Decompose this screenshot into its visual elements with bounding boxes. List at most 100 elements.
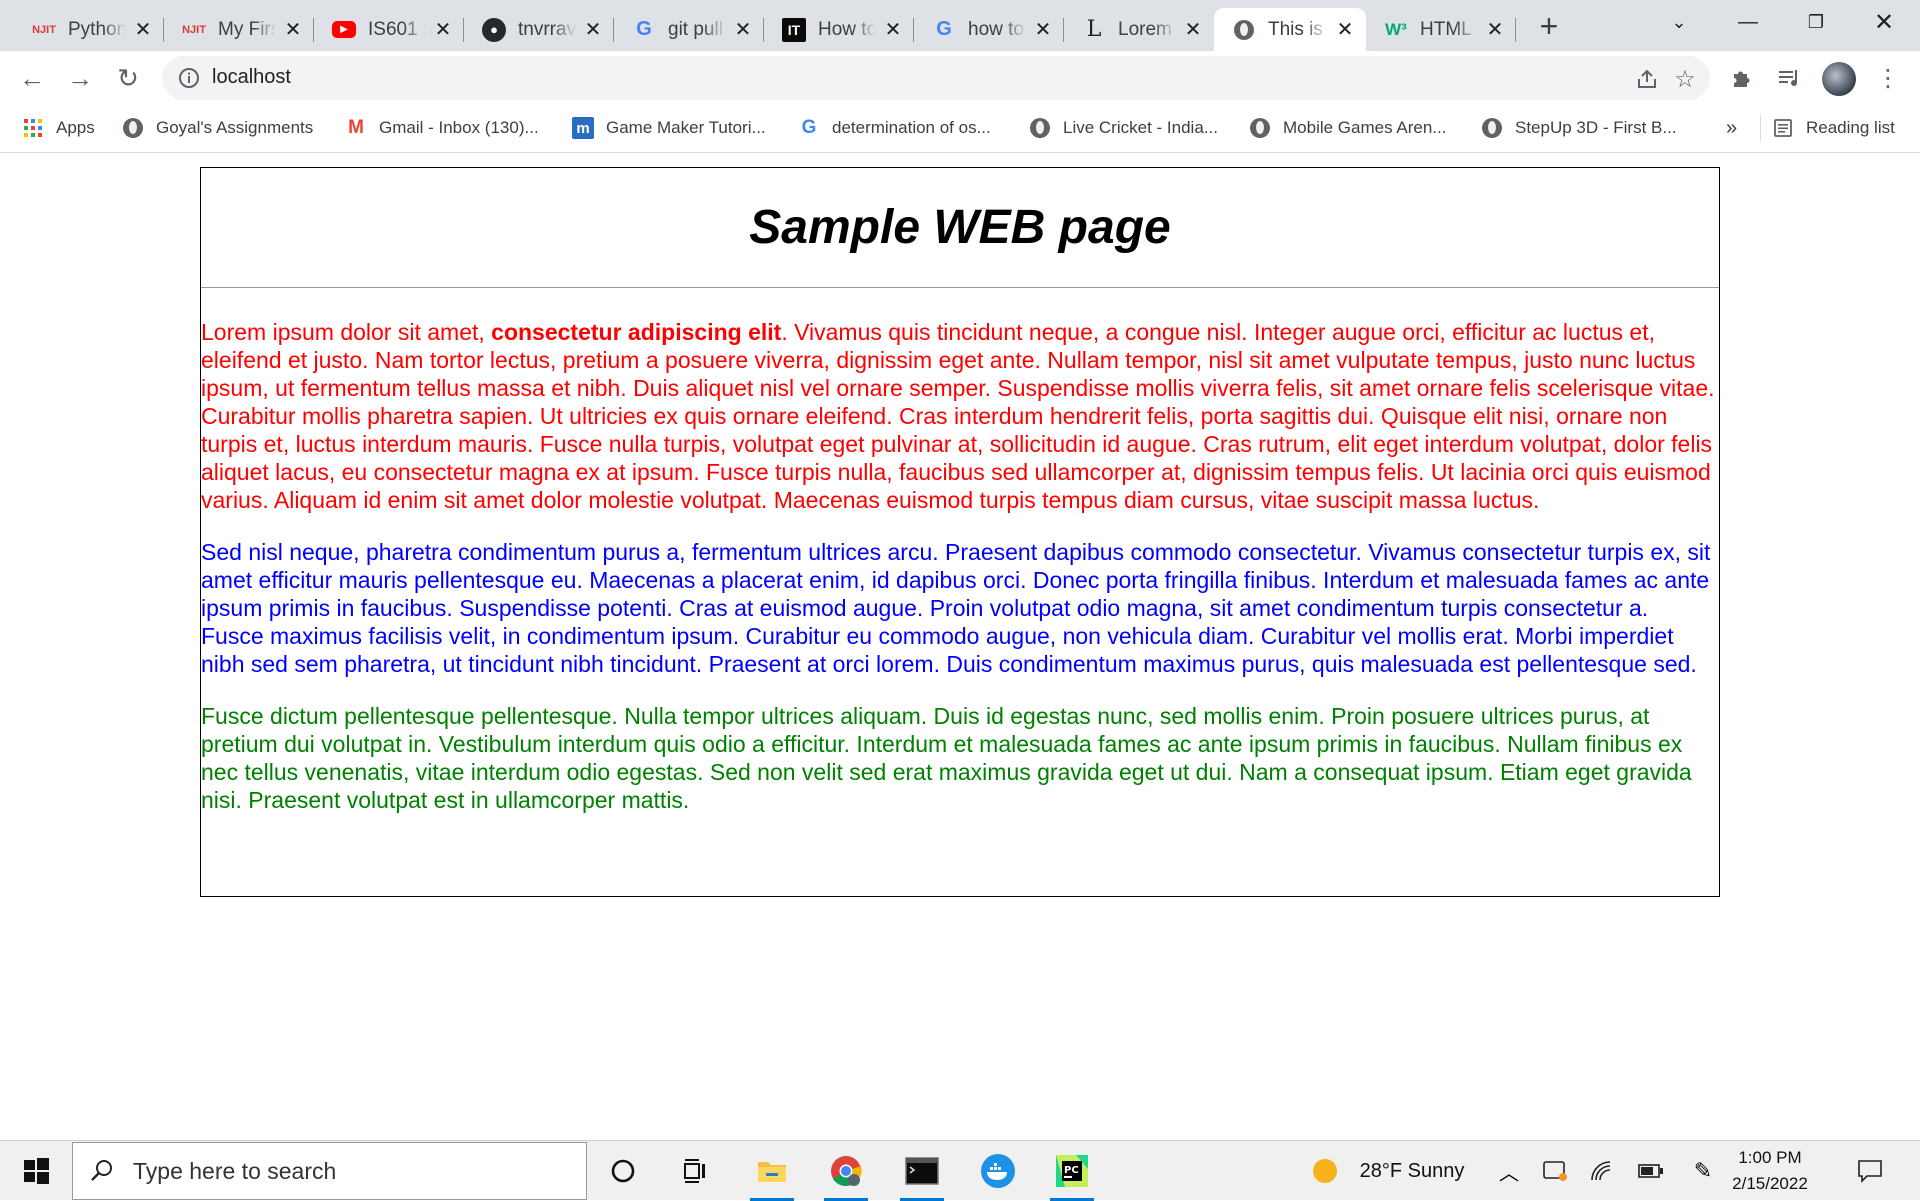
tab-title: tnvrrav [518,18,576,40]
game-maker-icon: m [572,117,594,139]
extensions-puzzle-icon[interactable] [1724,60,1760,96]
globe-icon [122,117,144,139]
tab-title: HTML [1420,18,1472,40]
kebab-menu-icon[interactable]: ⋮ [1870,60,1906,96]
terminal-icon[interactable] [892,1141,952,1201]
tab-search-chevron-icon[interactable]: ⌄ [1645,0,1713,44]
close-icon[interactable]: ✕ [1334,19,1356,41]
tab-title: Python [68,18,126,40]
bold-phrase: consectetur adipiscing elit [491,319,782,345]
close-icon[interactable]: ✕ [432,19,454,41]
taskbar-search-box[interactable]: Type here to search [72,1142,587,1200]
chrome-taskbar-icon[interactable] [816,1141,876,1201]
clock-date: 2/15/2022 [1732,1174,1808,1193]
paragraph-green: Fusce dictum pellentesque pellentesque. … [201,703,1692,813]
bookmarks-overflow-button[interactable]: » [1726,105,1737,151]
close-icon[interactable]: ✕ [1182,19,1204,41]
close-window-button[interactable]: ✕ [1850,0,1918,44]
close-icon[interactable]: ✕ [1484,19,1506,41]
reading-list-icon [1772,117,1794,139]
tab-9[interactable]: W³ HTML ✕ [1366,8,1516,51]
paragraph-red: Lorem ipsum dolor sit amet, consectetur … [201,318,1719,514]
clock[interactable]: 1:00 PM 2/15/2022 [1720,1145,1820,1197]
bookmark-label: Live Cricket - India... [1063,118,1218,137]
new-tab-button[interactable]: + [1528,8,1570,44]
media-queue-icon[interactable] [1772,60,1808,96]
close-icon[interactable]: ✕ [732,19,754,41]
tab-separator [1515,18,1516,42]
bookmarks-divider [1760,115,1761,141]
content-frame: Sample WEB page Lorem ipsum dolor sit am… [200,167,1720,897]
address-bar[interactable]: localhost ☆ [162,56,1710,100]
bookmark-apps[interactable]: Apps [22,105,95,151]
paragraph-text: Lorem ipsum dolor sit amet, [201,319,492,345]
tab-0[interactable]: NJIT Python ✕ [14,8,164,51]
profile-avatar[interactable] [1822,62,1856,96]
tab-6[interactable]: G how to ✕ [914,8,1064,51]
tab-title: Lorem [1118,18,1172,40]
bookmark-label: Game Maker Tutori... [606,118,766,137]
bookmark-item[interactable]: StepUp 3D - First B... [1481,105,1677,151]
bookmark-item[interactable]: M Gmail - Inbox (130)... [345,105,539,151]
close-icon[interactable]: ✕ [132,19,154,41]
weather-text[interactable]: 28°F Sunny [1352,1141,1472,1201]
tab-8-active[interactable]: This is ✕ [1214,8,1366,51]
restore-button[interactable]: ❐ [1782,0,1850,44]
close-icon[interactable]: ✕ [582,19,604,41]
bookmark-label: Apps [56,118,95,137]
njit-favicon-icon: NJIT [32,23,56,36]
tab-5[interactable]: IT How to ✕ [764,8,914,51]
bookmark-item[interactable]: Mobile Games Aren... [1249,105,1446,151]
bookmark-item[interactable]: Goyal's Assignments [122,105,313,151]
tray-chevron-up-icon[interactable]: ︿ [1494,1141,1524,1201]
forward-button[interactable]: → [62,60,98,96]
youtube-icon: ▶ [332,21,356,38]
notifications-icon[interactable] [1850,1141,1890,1201]
tab-title: git pull [668,18,723,40]
globe-icon [1481,117,1503,139]
tab-4[interactable]: G git pull ✕ [614,8,764,51]
network-icon[interactable] [1584,1141,1618,1201]
browser-toolbar: ← → ↻ localhost ☆ ⋮ [0,51,1920,105]
windows-start-icon[interactable] [0,1141,72,1201]
tab-2[interactable]: ▶ IS601 S ✕ [314,8,464,51]
info-icon[interactable] [176,65,202,91]
close-icon[interactable]: ✕ [1032,19,1054,41]
weather-sun-icon[interactable] [1310,1141,1340,1201]
bookmark-item[interactable]: m Game Maker Tutori... [572,105,766,151]
w3schools-icon: W³ [1385,19,1407,39]
bookmark-label: StepUp 3D - First B... [1515,118,1677,137]
pycharm-icon[interactable]: PC [1042,1141,1102,1201]
back-button[interactable]: ← [14,60,50,96]
file-explorer-icon[interactable] [742,1141,802,1201]
bookmark-label: Goyal's Assignments [156,118,314,137]
tab-strip: NJIT Python ✕ NJIT My First ✕ ▶ IS601 S … [0,0,1920,51]
docker-icon[interactable] [968,1141,1028,1201]
reload-button[interactable]: ↻ [110,60,146,96]
bookmark-star-icon[interactable]: ☆ [1670,64,1700,94]
task-view-icon[interactable] [668,1141,724,1201]
bookmark-label: Gmail - Inbox (130)... [379,118,539,137]
pen-icon[interactable]: ✎ [1686,1141,1720,1201]
battery-icon[interactable] [1634,1141,1668,1201]
share-icon[interactable] [1632,64,1662,94]
tab-title: how to [968,18,1024,40]
google-icon: G [936,18,952,40]
cortana-circle-icon[interactable] [596,1141,650,1201]
close-icon[interactable]: ✕ [882,19,904,41]
tab-7[interactable]: L Lorem ✕ [1064,8,1214,51]
bookmark-item[interactable]: G determination of os... [798,105,991,151]
globe-icon [1249,117,1271,139]
url-text[interactable]: localhost [212,66,291,89]
meet-now-icon[interactable] [1538,1141,1572,1201]
tab-3[interactable]: ● tnvrrav ✕ [464,8,614,51]
clock-time: 1:00 PM [1738,1148,1802,1167]
bookmark-item[interactable]: Live Cricket - India... [1029,105,1218,151]
tab-1[interactable]: NJIT My First ✕ [164,8,314,51]
it-favicon-icon: IT [782,17,806,42]
close-icon[interactable]: ✕ [282,19,304,41]
windows-taskbar: Type here to search PC 28°F Sunny ︿ ✎ 1:… [0,1140,1920,1201]
minimize-button[interactable]: — [1714,0,1782,44]
reading-list-button[interactable]: Reading list [1772,105,1895,151]
page-heading: Sample WEB page [201,168,1719,288]
